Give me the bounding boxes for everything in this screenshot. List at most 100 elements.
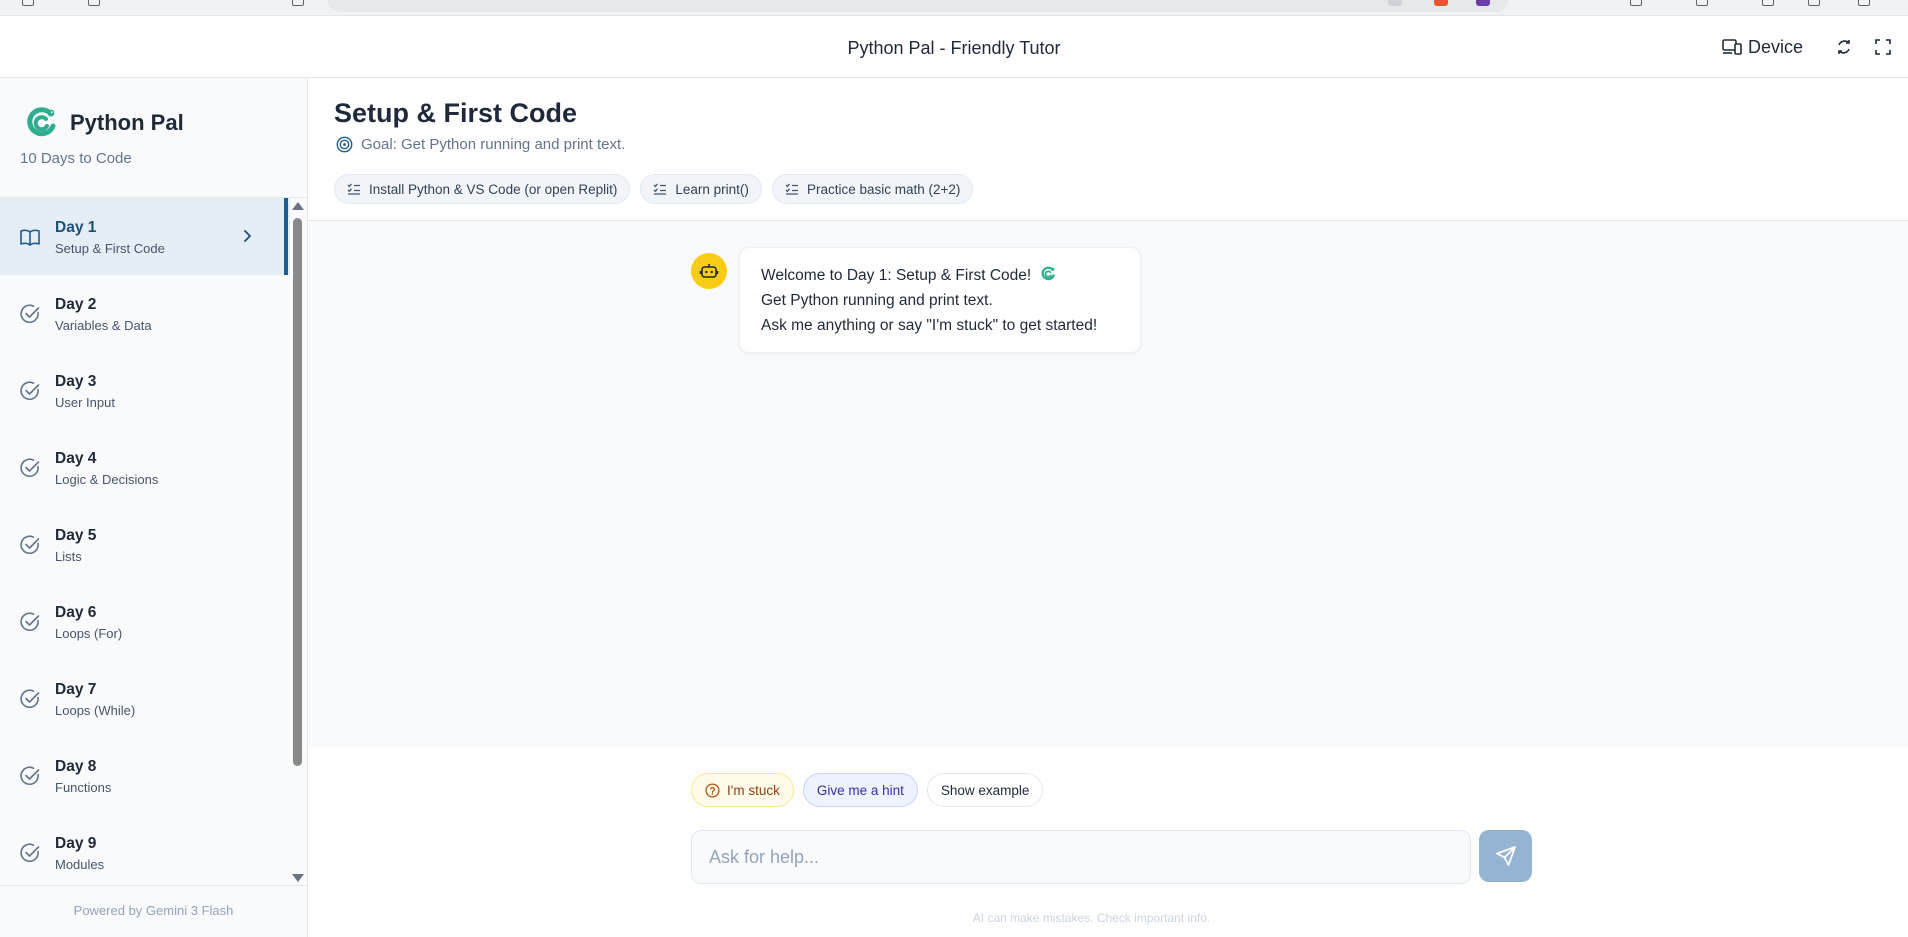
day-subtitle: Loops (For)	[55, 626, 123, 641]
sidebar-item-day-6[interactable]: Day 6 Loops (For)	[0, 583, 290, 660]
extension-icon[interactable]	[1476, 0, 1490, 6]
chat-messages: Welcome to Day 1: Setup & First Code! Ge…	[308, 221, 1908, 747]
back-icon[interactable]	[22, 0, 34, 6]
brand: Python Pal	[24, 106, 184, 140]
chat-input-wrapper	[691, 830, 1471, 884]
sidebar-item-day-4[interactable]: Day 4 Logic & Decisions	[0, 429, 290, 506]
day-title: Day 7	[55, 681, 97, 698]
check-circle-icon	[20, 535, 40, 555]
sidebar-scrollbar[interactable]	[290, 198, 304, 886]
sidebar-item-day-3[interactable]: Day 3 User Input	[0, 352, 290, 429]
list-checks-icon	[653, 183, 667, 195]
day-subtitle: Loops (While)	[55, 703, 136, 718]
day-title: Day 8	[55, 758, 97, 775]
message-line: Ask me anything or say "I'm stuck" to ge…	[761, 317, 1098, 334]
app-header: Python Pal - Friendly Tutor Device	[0, 16, 1908, 78]
scroll-up-arrow-icon[interactable]	[292, 202, 304, 210]
task-chip: Install Python & VS Code (or open Replit…	[334, 174, 631, 204]
day-title: Day 6	[55, 604, 97, 621]
sidebar-item-day-2[interactable]: Day 2 Variables & Data	[0, 275, 290, 352]
give-hint-button[interactable]: Give me a hint	[802, 773, 918, 807]
device-label: Device	[1748, 36, 1804, 57]
sidebar-item-day-8[interactable]: Day 8 Functions	[0, 737, 290, 814]
day-subtitle: Modules	[55, 857, 105, 872]
send-button[interactable]	[1479, 830, 1532, 882]
browser-menu-icon[interactable]	[1808, 0, 1820, 6]
browser-menu-icon[interactable]	[1762, 0, 1774, 6]
book-open-icon	[20, 229, 40, 246]
day-title: Day 5	[55, 527, 97, 544]
main-panel: Setup & First Code Goal: Get Python runn…	[308, 78, 1908, 937]
bot-avatar	[691, 253, 727, 289]
check-circle-icon	[20, 766, 40, 786]
give-hint-label: Give me a hint	[816, 782, 904, 798]
check-circle-icon	[20, 304, 40, 324]
day-subtitle: Functions	[55, 780, 112, 795]
check-circle-icon	[20, 381, 40, 401]
site-settings-icon[interactable]	[292, 0, 304, 6]
quick-actions: I'm stuck Give me a hint Show example	[691, 773, 1044, 807]
fullscreen-button[interactable]	[1872, 36, 1894, 58]
task-label: Learn print()	[675, 181, 749, 197]
scrollbar-thumb[interactable]	[293, 218, 302, 766]
list-checks-icon	[347, 183, 360, 195]
extension-icon[interactable]	[1388, 0, 1402, 6]
day-subtitle: Logic & Decisions	[55, 472, 159, 487]
sidebar-item-day-5[interactable]: Day 5 Lists	[0, 506, 290, 583]
chevron-right-icon	[244, 230, 251, 242]
day-title: Day 1	[55, 219, 97, 236]
sidebar-item-day-1[interactable]: Day 1 Setup & First Code	[0, 198, 290, 275]
task-list: Install Python & VS Code (or open Replit…	[334, 174, 974, 204]
im-stuck-label: I'm stuck	[727, 782, 780, 798]
composer: I'm stuck Give me a hint Show example AI…	[308, 747, 1908, 937]
python-pal-logo-icon	[1041, 266, 1055, 281]
sidebar-item-day-9[interactable]: Day 9 Modules	[0, 814, 290, 886]
chat-input[interactable]	[692, 831, 1470, 883]
bot-message: Welcome to Day 1: Setup & First Code! Ge…	[739, 247, 1141, 353]
day-title: Day 2	[55, 296, 97, 313]
task-label: Practice basic math (2+2)	[806, 181, 961, 197]
device-icon	[1722, 39, 1742, 55]
day-subtitle: Setup & First Code	[55, 241, 165, 256]
target-icon	[336, 136, 353, 153]
address-bar[interactable]	[328, 0, 1508, 12]
check-circle-icon	[20, 843, 40, 863]
message-text: Welcome to Day 1: Setup & First Code!	[761, 267, 1032, 284]
day-title: Day 3	[55, 373, 97, 390]
device-button[interactable]: Device	[1722, 35, 1803, 59]
send-icon	[1495, 846, 1516, 866]
day-subtitle: User Input	[55, 395, 115, 410]
day-subtitle: Variables & Data	[55, 318, 152, 333]
bot-icon	[699, 264, 719, 278]
refresh-button[interactable]	[1833, 36, 1855, 58]
task-chip: Learn print()	[640, 174, 762, 204]
brand-name: Python Pal	[70, 110, 184, 135]
lesson-goal: Goal: Get Python running and print text.	[336, 136, 625, 153]
browser-menu-icon[interactable]	[1858, 0, 1870, 6]
check-circle-icon	[20, 689, 40, 709]
task-chip: Practice basic math (2+2)	[771, 174, 974, 204]
python-pal-logo-icon	[27, 107, 56, 137]
scroll-down-arrow-icon[interactable]	[292, 874, 304, 882]
browser-toolbar	[0, 0, 1908, 16]
refresh-icon	[1838, 40, 1850, 54]
message-line: Welcome to Day 1: Setup & First Code!	[761, 263, 1119, 288]
im-stuck-button[interactable]: I'm stuck	[691, 773, 794, 807]
sidebar-item-day-7[interactable]: Day 7 Loops (While)	[0, 660, 290, 737]
fullscreen-icon	[1875, 39, 1891, 55]
lesson-goal-text: Goal: Get Python running and print text.	[361, 136, 626, 153]
check-circle-icon	[20, 458, 40, 478]
browser-menu-icon[interactable]	[1630, 0, 1642, 6]
check-circle-icon	[20, 612, 40, 632]
list-checks-icon	[785, 183, 798, 195]
show-example-button[interactable]: Show example	[926, 773, 1044, 807]
day-list: Day 1 Setup & First Code Day 2 Variables…	[0, 198, 290, 886]
reload-icon[interactable]	[88, 0, 100, 6]
task-label: Install Python & VS Code (or open Replit…	[369, 181, 618, 197]
disclaimer: AI can make mistakes. Check important in…	[308, 911, 1908, 925]
extension-icon[interactable]	[1434, 0, 1448, 6]
lesson-title: Setup & First Code	[334, 98, 578, 128]
message-line: Get Python running and print text.	[761, 292, 993, 309]
day-title: Day 4	[55, 450, 97, 467]
browser-menu-icon[interactable]	[1696, 0, 1708, 6]
